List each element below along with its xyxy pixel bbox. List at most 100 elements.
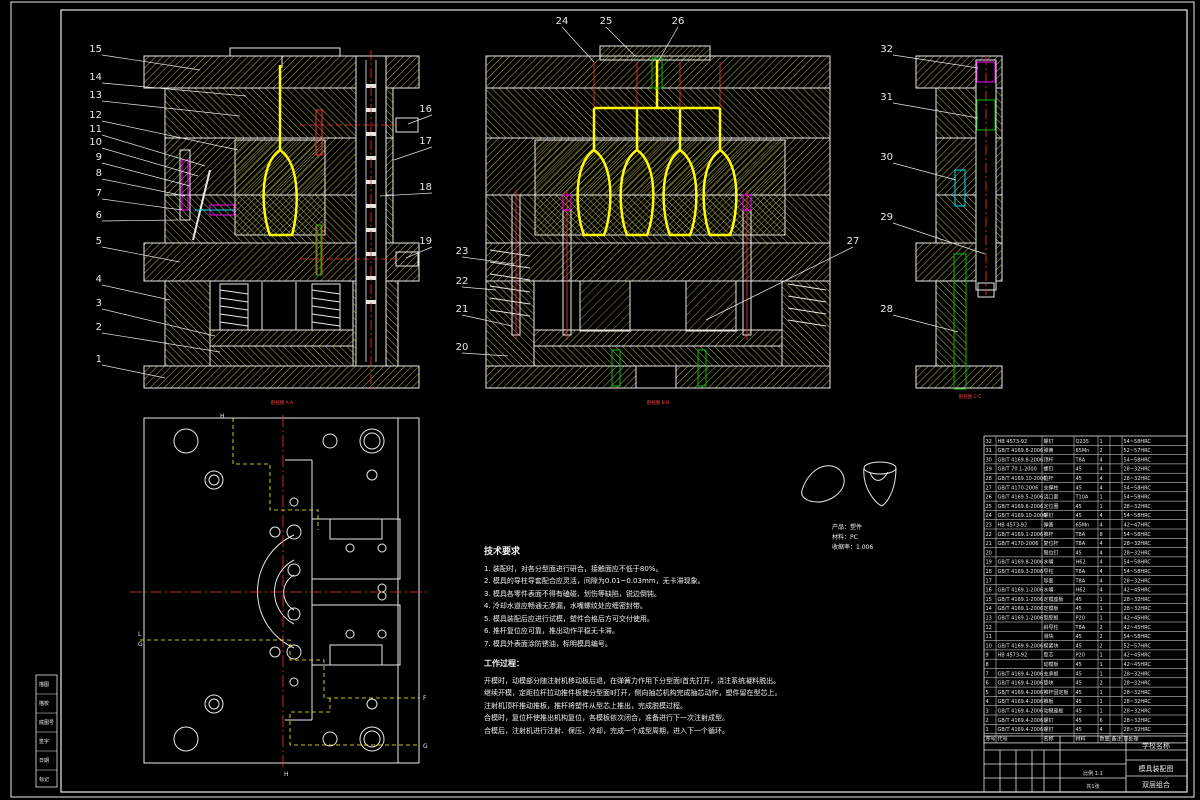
- bom-cell: 螺钉: [1044, 512, 1054, 519]
- bom-cell: 2: [1100, 634, 1103, 640]
- section-mark-g-right: G: [423, 743, 428, 750]
- tech-req-item: 6. 推杆复位应可靠，推出动作平稳无卡滞。: [484, 627, 619, 635]
- bom-cell: 54~58HRC: [1124, 560, 1152, 566]
- bom-cell: 26: [986, 495, 992, 501]
- bom-cell: 1: [1100, 616, 1103, 622]
- bom-cell: 17: [986, 578, 992, 584]
- bom-cell: 4: [1100, 457, 1103, 463]
- bom-cell: T10A: [1075, 495, 1089, 501]
- bom-cell: T8A: [1075, 569, 1086, 575]
- bom-cell: 1: [986, 727, 989, 733]
- bom-cell: 28~32HRC: [1124, 476, 1152, 482]
- bom-cell: 30: [986, 457, 992, 463]
- balloon-mid: 24: [556, 16, 595, 63]
- bom-cell: 32: [986, 439, 992, 445]
- bom-cell: 1: [1100, 606, 1103, 612]
- title-block-drawing-name: 模具装配图: [1139, 764, 1174, 773]
- bom-cell: Q235: [1076, 439, 1089, 445]
- bom-cell: 54~58HRC: [1124, 439, 1152, 445]
- bom-cell: 型芯: [1044, 652, 1054, 659]
- bom-cell: 27: [986, 485, 992, 491]
- bom-cell: GB/T 4169.4-2006: [998, 681, 1044, 687]
- bom-cell: 4: [1100, 588, 1103, 594]
- bom-cell: 推杆固定板: [1044, 689, 1069, 696]
- bom-header-cell: 名称: [1044, 735, 1054, 742]
- tech-req-item: 4. 冷却水道应畅通无渗漏，水嘴螺纹处应缠密封带。: [484, 602, 647, 610]
- bom-cell: 28: [986, 476, 992, 482]
- balloon-number: 13: [89, 90, 102, 101]
- bom-cell: 52~57HRC: [1124, 448, 1152, 454]
- section-view-b: [485, 45, 831, 389]
- bom-cell: GB/T 4169.6-2006: [998, 504, 1044, 510]
- section-mark-g: G: [138, 641, 143, 648]
- bom-cell: 4: [1100, 523, 1103, 529]
- balloon-number: 9: [96, 152, 102, 163]
- bom-cell: GB/T 4169.4-2006: [998, 699, 1044, 705]
- strip-label: 描校: [39, 700, 49, 707]
- bom-cell: 45: [1076, 709, 1082, 715]
- bom-cell: 动模座板: [1044, 708, 1064, 715]
- bom-cell: 54~58HRC: [1124, 485, 1152, 491]
- bom-cell: GB/T 4169.8-2006: [998, 448, 1044, 454]
- bom-cell: 4: [986, 699, 989, 705]
- section-mark-l: L: [138, 631, 142, 638]
- tech-req-item: 5. 模具装配后应进行试模，塑件合格后方可交付使用。: [484, 614, 654, 623]
- view-label-b: 剖视图 B-B: [647, 399, 670, 406]
- bom-cell: 4: [1100, 467, 1103, 473]
- bom-cell: 45: [1076, 634, 1082, 640]
- bom-cell: 4: [1100, 476, 1103, 482]
- bom-cell: 弹簧: [1044, 522, 1054, 529]
- section-mark-f: F: [423, 695, 427, 702]
- bom-cell: 4: [1100, 513, 1103, 519]
- bom-cell: 螺钉: [1044, 717, 1054, 724]
- title-block-scale: 比例 1:1: [1083, 770, 1103, 777]
- bom-cell: 45: [1076, 690, 1082, 696]
- balloon-number: 8: [96, 168, 102, 179]
- balloon-main: 17: [393, 136, 433, 161]
- bom-cell: 45: [1076, 671, 1082, 677]
- bom-cell: 54~58HRC: [1124, 634, 1152, 640]
- product-material: 材料：PC: [832, 534, 858, 541]
- balloon-number: 3: [96, 298, 102, 309]
- balloon-number: 11: [89, 124, 102, 135]
- bom-cell: 54~58HRC: [1124, 495, 1152, 501]
- plan-section-lines: [140, 418, 420, 746]
- balloon-number: 16: [419, 104, 432, 115]
- bom-cell: P20: [1076, 616, 1085, 622]
- work-process-line: 注射机顶杆推动推板，推杆将塑件从型芯上推出，完成脱模过程。: [484, 701, 687, 710]
- bom-cell: 12: [986, 625, 992, 631]
- bom-cell: T8A: [1075, 578, 1086, 584]
- bom-cell: 4: [1100, 485, 1103, 491]
- strip-label: 签字: [39, 738, 49, 745]
- bom-cell: GB/T 4169.1-2006: [998, 616, 1044, 622]
- balloon-number: 28: [880, 304, 893, 315]
- bom-cell: 1: [1100, 662, 1103, 668]
- bom-cell: 28~32HRC: [1124, 671, 1152, 677]
- product-name: 产品：塑件: [832, 524, 863, 531]
- tech-req-item: 7. 模具外表面涂防锈油，标明模具编号。: [484, 639, 612, 648]
- bom-cell: 4: [1100, 727, 1103, 733]
- balloon-number: 14: [89, 72, 102, 83]
- bom-cell: 1: [1100, 597, 1103, 603]
- bom-cell: 14: [986, 606, 992, 612]
- product-info: 产品：塑件 材料：PC 收缩率：1.006: [832, 523, 873, 553]
- bom-cell: 28~32HRC: [1124, 597, 1152, 603]
- bom-cell: 4: [1100, 560, 1103, 566]
- bom-cell: GB/T 4169.1-2006: [998, 606, 1044, 612]
- bom-cell: 52~57HRC: [1124, 643, 1152, 649]
- bom-cell: 42~47HRC: [1124, 523, 1152, 529]
- bom-cell: T8A: [1075, 532, 1086, 538]
- bom-cell: GB/T 4169.8-2006: [998, 457, 1044, 463]
- bom-cell: 54~58HRC: [1124, 569, 1152, 575]
- bom-cell: HB 4573-92: [998, 523, 1028, 529]
- work-process-line: 合模后，注射机进行注射、保压、冷却，完成一个成型周期，进入下一个循环。: [484, 726, 729, 735]
- bom-cell: 水嘴: [1044, 587, 1054, 594]
- bom-cell: 1: [1100, 653, 1103, 659]
- bom-cell: 28~32HRC: [1124, 718, 1152, 724]
- balloon-number: 7: [96, 188, 102, 199]
- bom-cell: 28~32HRC: [1124, 709, 1152, 715]
- bom-cell: 1: [1100, 671, 1103, 677]
- work-process-line: 继续开模，定距拉杆拉动推件板使分型面Ⅱ打开，侧向抽芯机构完成抽芯动作，塑件留在型…: [484, 689, 782, 697]
- bom-cell: 螺钉: [1044, 438, 1054, 445]
- bom-cell: 54~58HRC: [1124, 457, 1152, 463]
